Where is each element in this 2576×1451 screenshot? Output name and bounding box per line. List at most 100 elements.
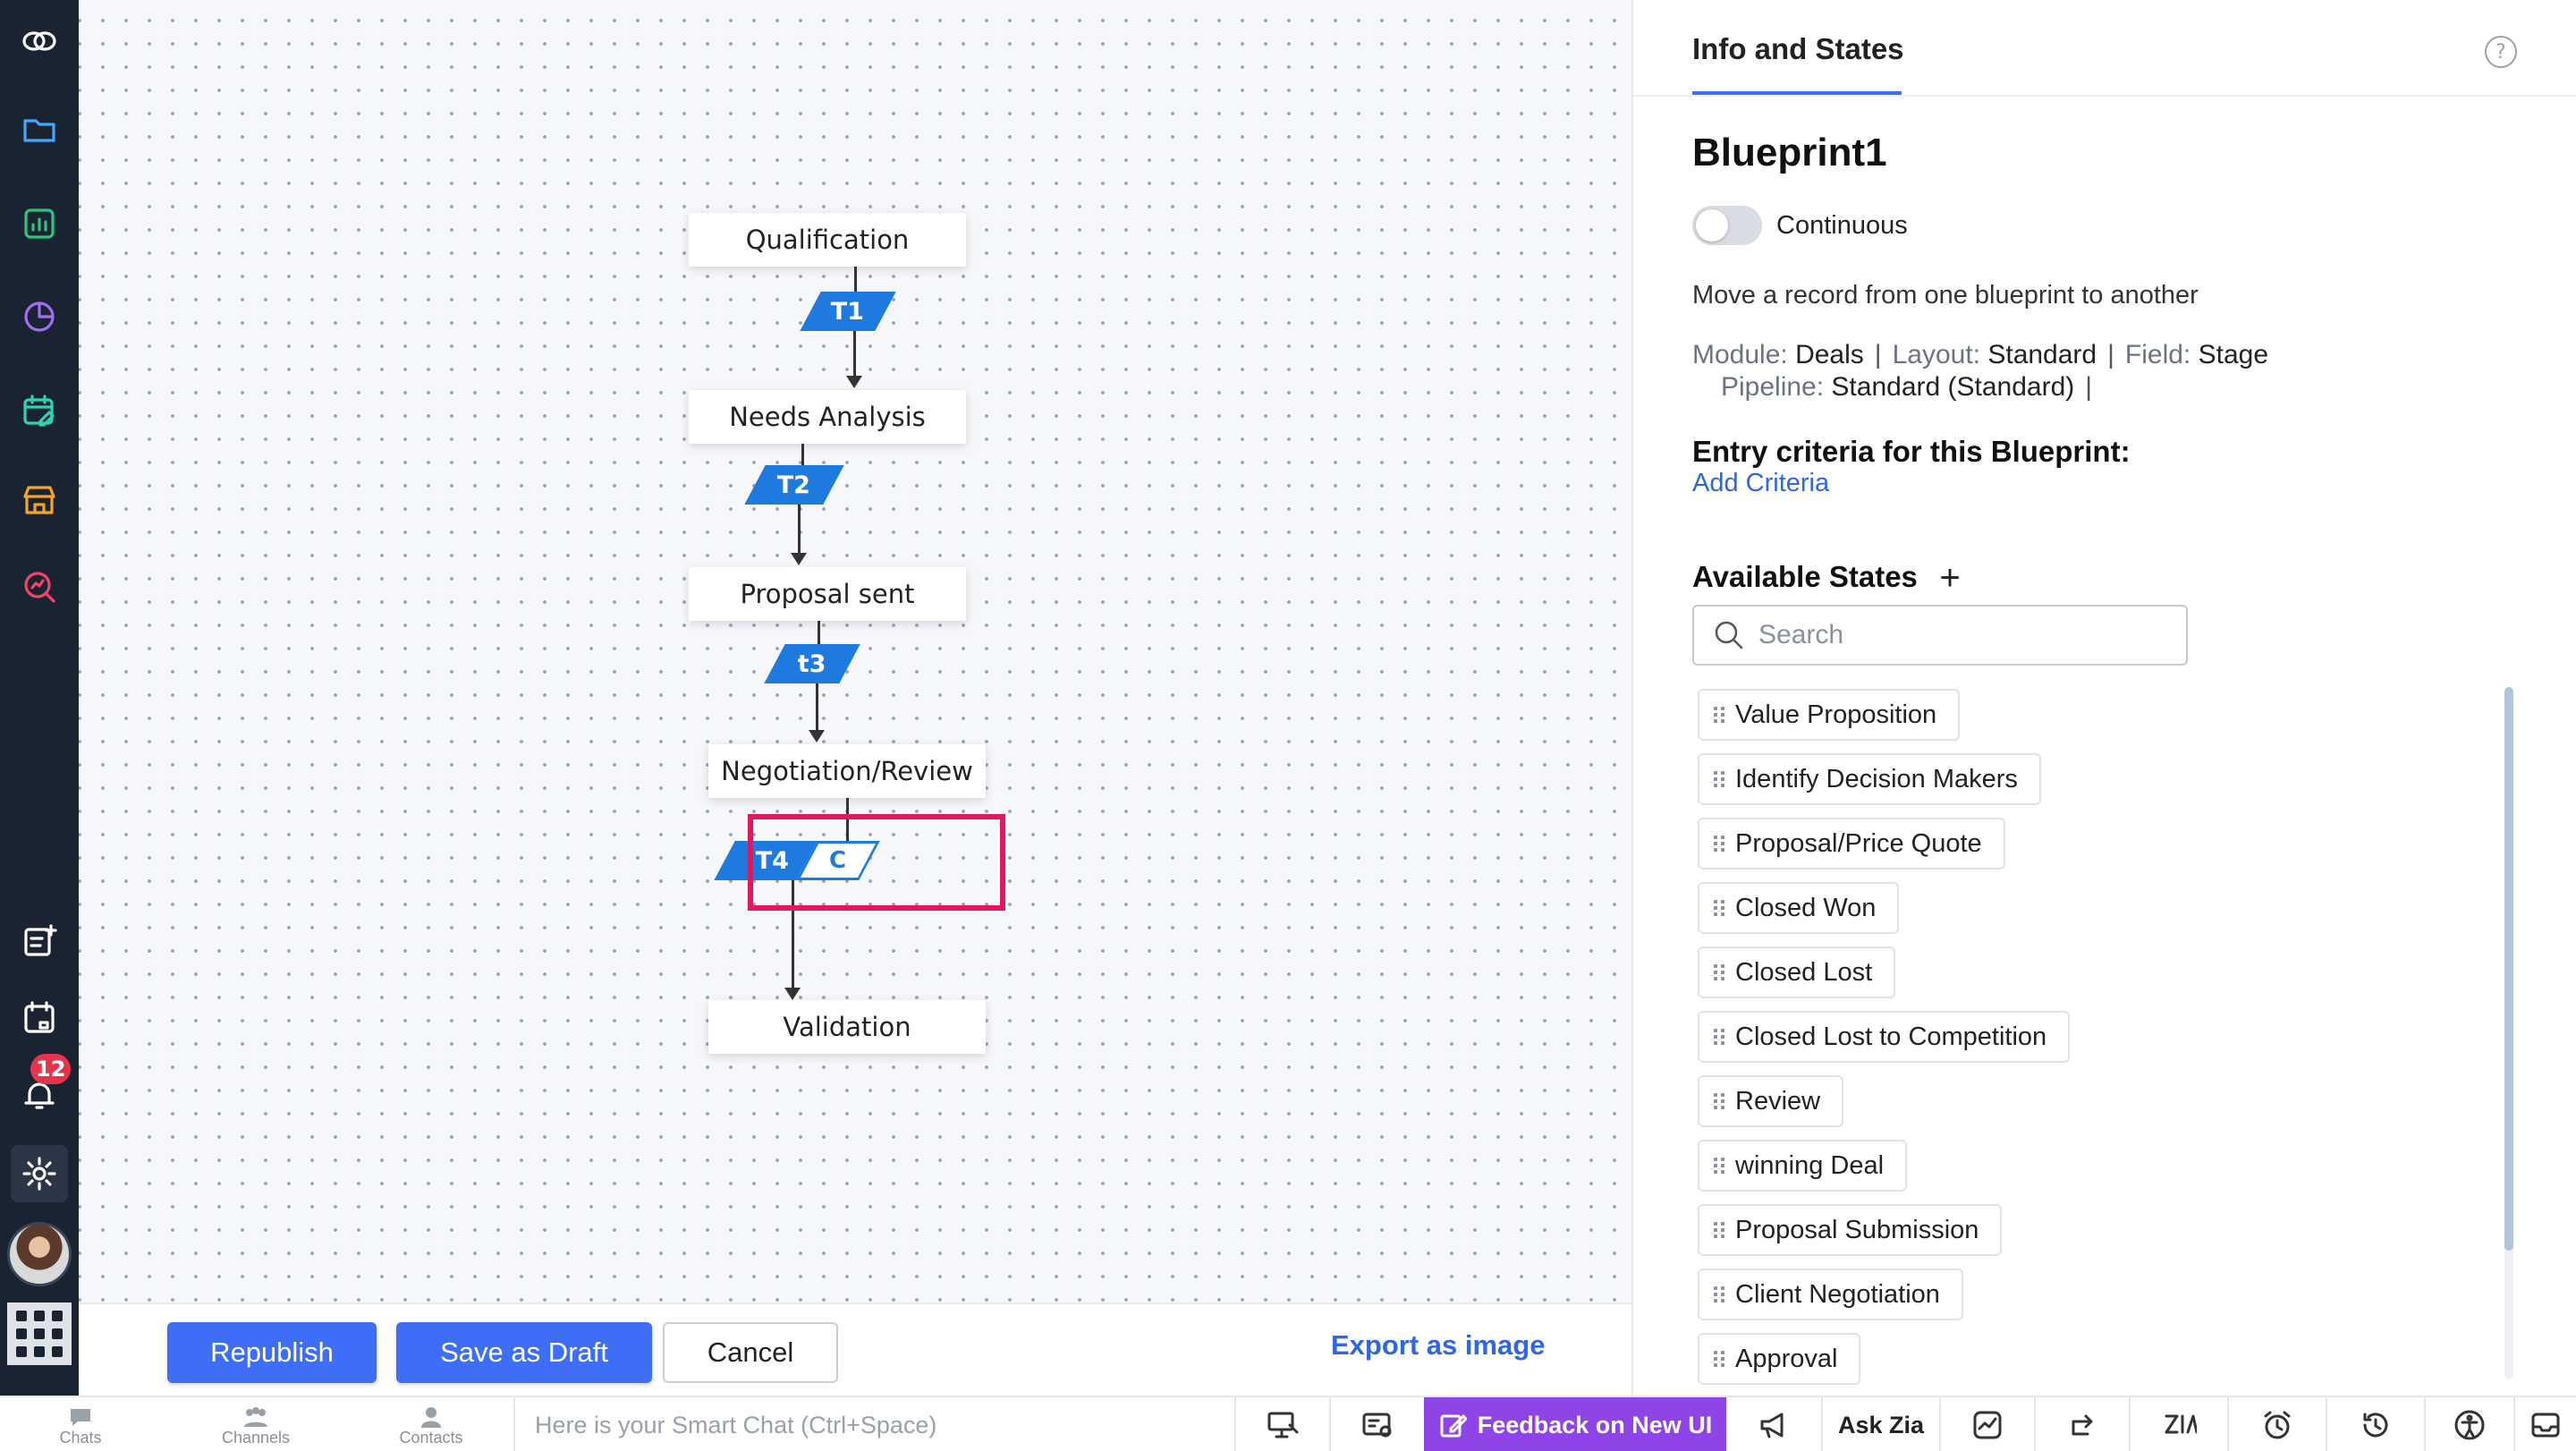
calendar-icon[interactable]	[11, 989, 68, 1047]
drag-handle-icon[interactable]	[1714, 1158, 1724, 1174]
more-tools-button[interactable]	[2513, 1397, 2576, 1451]
list-item[interactable]: Approval	[1698, 1333, 1861, 1385]
contacts-button[interactable]: Contacts	[377, 1403, 485, 1449]
drag-handle-icon[interactable]	[1714, 1029, 1724, 1045]
chats-label: Chats	[59, 1428, 102, 1447]
export-image-link[interactable]: Export as image	[1331, 1329, 1545, 1362]
state-validation[interactable]: Validation	[708, 1000, 986, 1054]
list-item[interactable]: winning Deal	[1698, 1140, 1908, 1192]
available-states-title: Available States	[1692, 560, 1918, 593]
state-label: Closed Won	[1735, 893, 1877, 922]
accessibility-button[interactable]	[2424, 1397, 2513, 1451]
screen-share-button[interactable]	[1234, 1397, 1329, 1451]
list-item[interactable]: Review	[1698, 1075, 1844, 1127]
add-state-button[interactable]: +	[1930, 558, 1970, 598]
reply-button[interactable]	[2034, 1397, 2129, 1451]
history-button[interactable]	[2326, 1397, 2424, 1451]
list-item[interactable]: Proposal/Price Quote	[1698, 818, 2005, 870]
avatar[interactable]	[7, 1222, 72, 1286]
drag-handle-icon[interactable]	[1714, 964, 1724, 980]
transition-t3[interactable]: t3	[764, 644, 860, 683]
list-item[interactable]: Proposal Submission	[1698, 1204, 2003, 1256]
announcement-button[interactable]	[1726, 1397, 1821, 1451]
apps-grid-icon[interactable]	[7, 1303, 72, 1365]
transition-t2[interactable]: T2	[744, 465, 844, 505]
chat-bubble-icon	[71, 1408, 90, 1426]
chats-button[interactable]: Chats	[27, 1403, 134, 1449]
scrollbar-thumb[interactable]	[2504, 687, 2513, 1251]
signals-button[interactable]	[1939, 1397, 2034, 1451]
reminder-button[interactable]	[2227, 1397, 2326, 1451]
calendar-edit-icon[interactable]	[11, 383, 68, 440]
state-label: Client Negotiation	[1735, 1279, 1940, 1309]
connector	[816, 683, 818, 732]
zia-icon	[2165, 1414, 2197, 1434]
state-negotiation-review[interactable]: Negotiation/Review	[708, 744, 986, 798]
connector	[798, 505, 801, 555]
cancel-button[interactable]: Cancel	[663, 1322, 838, 1383]
help-icon[interactable]: ?	[2485, 36, 2517, 68]
continuous-toggle[interactable]	[1692, 206, 1762, 245]
edit-icon	[1440, 1413, 1467, 1438]
state-label: Approval	[1735, 1344, 1838, 1373]
contact-card-button[interactable]	[1329, 1397, 1424, 1451]
state-proposal-sent[interactable]: Proposal sent	[689, 567, 966, 621]
republish-button[interactable]: Republish	[167, 1322, 377, 1383]
drag-handle-icon[interactable]	[1714, 1286, 1724, 1303]
zia-button[interactable]	[2129, 1397, 2227, 1451]
share-arrow-icon	[2072, 1414, 2093, 1436]
drag-handle-icon[interactable]	[1714, 836, 1724, 852]
search-input[interactable]	[1758, 620, 2152, 650]
gear-icon[interactable]	[11, 1145, 68, 1202]
folder-icon[interactable]	[11, 100, 68, 157]
drag-handle-icon[interactable]	[1714, 900, 1724, 916]
tab-info-and-states[interactable]: Info and States	[1692, 32, 1904, 66]
state-qualification[interactable]: Qualification	[689, 213, 966, 267]
state-search[interactable]	[1692, 605, 2188, 666]
state-needs-analysis[interactable]: Needs Analysis	[689, 390, 966, 444]
list-item[interactable]: Client Negotiation	[1698, 1269, 1963, 1320]
search-icon	[1715, 621, 1743, 649]
marketplace-icon[interactable]	[11, 472, 68, 530]
list-item[interactable]: Value Proposition	[1698, 689, 1961, 741]
list-item[interactable]: Closed Lost	[1698, 946, 1896, 998]
channels-button[interactable]: Channels	[202, 1403, 309, 1449]
search-zoom-icon[interactable]	[11, 558, 68, 615]
drag-handle-icon[interactable]	[1714, 1093, 1724, 1109]
analytics-icon[interactable]	[11, 195, 68, 252]
separator: |	[2085, 372, 2093, 402]
state-label: Closed Lost to Competition	[1735, 1022, 2047, 1051]
separator: |	[1874, 340, 1882, 369]
list-item[interactable]: Closed Lost to Competition	[1698, 1011, 2071, 1063]
transition-label: t3	[798, 649, 826, 678]
list-item[interactable]: Identify Decision Makers	[1698, 753, 2041, 805]
alarm-clock-icon	[2264, 1411, 2291, 1439]
pipeline-value: Standard (Standard)	[1831, 372, 2075, 402]
drag-handle-icon[interactable]	[1714, 1351, 1724, 1367]
notification-badge: 12	[30, 1054, 72, 1084]
state-label: Closed Lost	[1735, 957, 1873, 987]
smart-chat-input[interactable]: Here is your Smart Chat (Ctrl+Space)	[513, 1397, 1234, 1451]
module-key: Module:	[1692, 340, 1788, 369]
action-bar: Republish Save as Draft Cancel Export as…	[79, 1303, 1631, 1396]
add-note-icon[interactable]	[11, 912, 68, 970]
state-label: Review	[1735, 1086, 1821, 1116]
arrow-head	[791, 553, 807, 565]
ask-zia-button[interactable]: Ask Zia	[1821, 1397, 1939, 1451]
save-draft-button[interactable]: Save as Draft	[396, 1322, 652, 1383]
drag-handle-icon[interactable]	[1714, 771, 1724, 787]
add-criteria-link[interactable]: Add Criteria	[1692, 469, 1829, 498]
arrow-head	[809, 730, 825, 742]
feedback-button[interactable]: Feedback on New UI	[1424, 1397, 1726, 1451]
blueprint-canvas[interactable]: Qualification T1 Needs Analysis T2 Propo…	[79, 0, 1631, 1303]
drag-handle-icon[interactable]	[1714, 707, 1724, 723]
pipeline-key: Pipeline:	[1721, 372, 1825, 402]
zoho-logo-icon[interactable]	[11, 13, 68, 70]
pipeline-meta: Pipeline: Standard (Standard) |	[1721, 372, 2103, 403]
transition-t1[interactable]: T1	[800, 292, 896, 331]
pie-chart-icon[interactable]	[11, 288, 68, 345]
list-item[interactable]: Closed Won	[1698, 882, 1900, 934]
entry-criteria-title: Entry criteria for this Blueprint:	[1692, 435, 2131, 468]
drag-handle-icon[interactable]	[1714, 1222, 1724, 1238]
field-key: Field:	[2124, 340, 2191, 369]
